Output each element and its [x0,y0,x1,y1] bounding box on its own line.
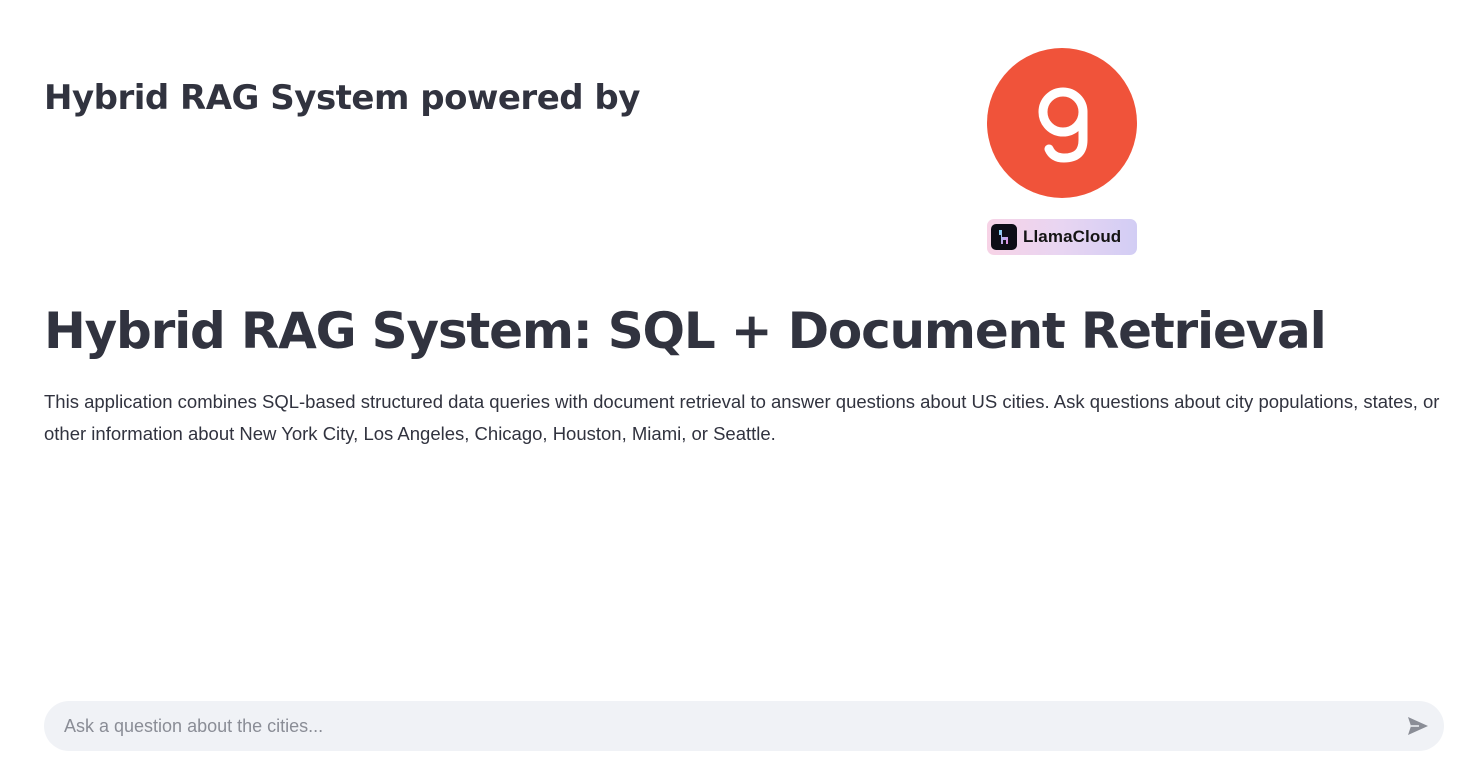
ninetyone-logo-icon [987,48,1137,198]
page-title: Hybrid RAG System: SQL + Document Retrie… [44,302,1327,360]
page-description: This application combines SQL-based stru… [44,391,1440,444]
llama-icon [991,224,1017,250]
chat-input-bar [44,701,1444,751]
badge-label: LlamaCloud [1023,227,1122,246]
send-button[interactable] [1406,714,1430,738]
header-title: Hybrid RAG System powered by [44,78,640,118]
llamacloud-badge: LlamaCloud [987,219,1137,255]
send-icon [1408,717,1428,735]
app-page: Hybrid RAG System powered by LlamaCloud … [0,0,1466,760]
logo-glyph [1038,87,1088,163]
chat-input[interactable] [64,701,1384,751]
